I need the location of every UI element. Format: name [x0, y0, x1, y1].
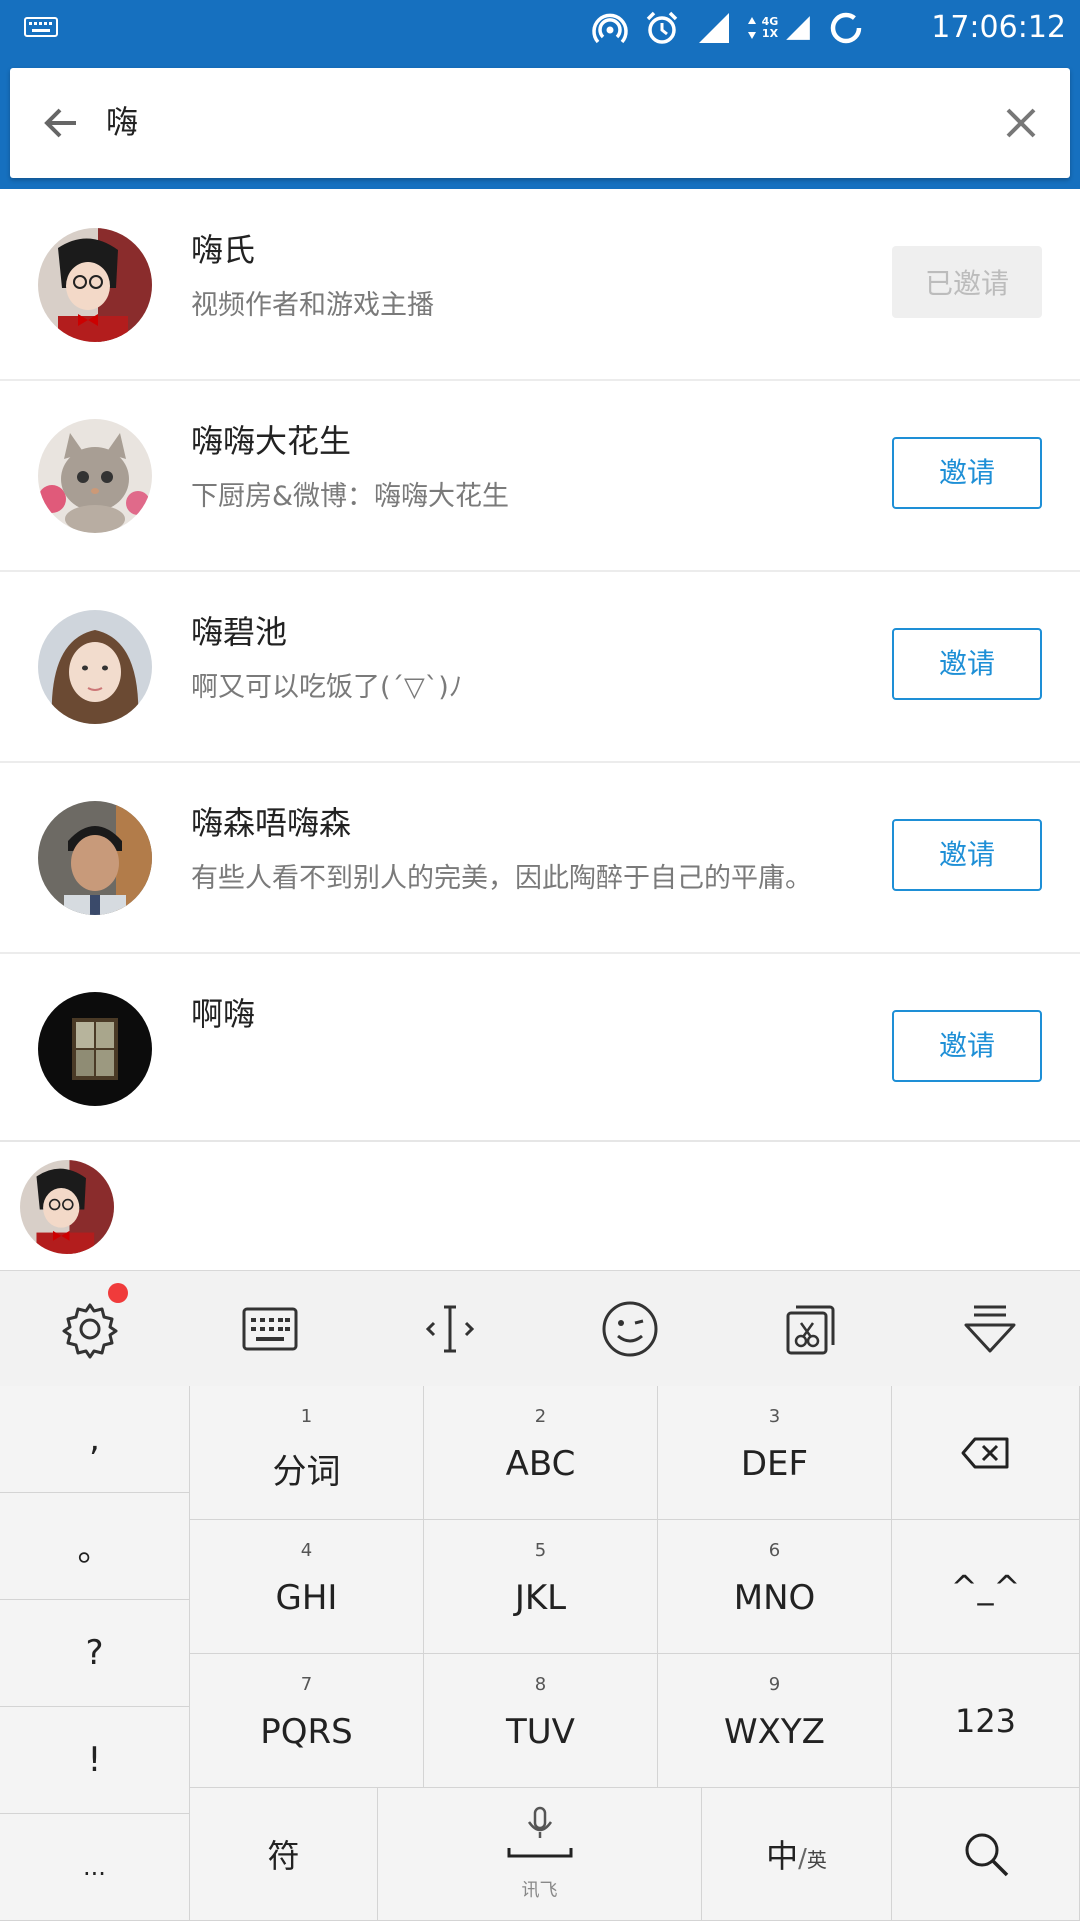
user-name: 嗨氏	[191, 231, 256, 269]
punct-key-exclaim[interactable]: !	[0, 1707, 190, 1814]
emoji-button[interactable]	[540, 1271, 720, 1386]
keyboard-keys: , 。 ? ! ... 1 分词 2 ABC 3 DEF 4 GHI 5 JKL 6 MNO…	[0, 1386, 1080, 1921]
key-1[interactable]: 1 分词	[190, 1386, 424, 1520]
key-2[interactable]: 2 ABC	[424, 1386, 658, 1520]
punct-key-ellipsis[interactable]: ...	[0, 1814, 190, 1921]
user-description: 下厨房&微博：嗨嗨大花生	[191, 481, 510, 512]
collapse-icon	[964, 1305, 1016, 1352]
emoticon-key[interactable]: ^_^	[892, 1520, 1080, 1654]
key-5[interactable]: 5 JKL	[424, 1520, 658, 1654]
avatar[interactable]	[38, 419, 152, 533]
search-header: 嗨	[0, 56, 1080, 189]
search-input[interactable]: 嗨	[106, 96, 138, 148]
punct-key-period[interactable]: 。	[0, 1493, 190, 1600]
back-arrow-icon[interactable]	[36, 98, 86, 148]
space-brand-label: 讯飞	[521, 1880, 558, 1901]
user-name: 嗨森唔嗨森	[191, 804, 352, 842]
symbol-key[interactable]: 符	[190, 1788, 378, 1921]
clipboard-icon	[786, 1305, 835, 1354]
hotspot-icon	[592, 13, 628, 44]
search-key[interactable]	[892, 1788, 1080, 1921]
list-item[interactable]: 嗨嗨大花生 下厨房&微博：嗨嗨大花生 邀请	[0, 381, 1080, 572]
user-description: 视频作者和游戏主播	[191, 290, 434, 321]
backspace-icon	[961, 1437, 1008, 1468]
search-box[interactable]: 嗨	[10, 68, 1070, 178]
lang-primary-label: 中	[766, 1837, 799, 1875]
punct-key-question[interactable]: ?	[0, 1600, 190, 1707]
alarm-icon	[646, 11, 678, 44]
keyboard-layout-button[interactable]	[180, 1271, 360, 1386]
signal-icon	[699, 13, 729, 43]
lang-secondary-label: 英	[806, 1848, 827, 1872]
cursor-move-button[interactable]	[360, 1271, 540, 1386]
key-9[interactable]: 9 WXYZ	[658, 1654, 892, 1788]
invite-button[interactable]: 邀请	[892, 628, 1042, 700]
clipboard-button[interactable]	[720, 1271, 900, 1386]
selected-avatar[interactable]	[20, 1160, 114, 1254]
avatar[interactable]	[38, 801, 152, 915]
clock: 17:06:12	[931, 10, 1066, 45]
list-item[interactable]: 嗨森唔嗨森 有些人看不到别人的完美，因此陶醉于自己的平庸。 邀请	[0, 763, 1080, 954]
network-type-label-secondary: 1X	[761, 27, 779, 40]
list-item[interactable]: 嗨氏 视频作者和游戏主播 已邀请	[0, 190, 1080, 381]
user-description: 有些人看不到别人的完美，因此陶醉于自己的平庸。	[191, 863, 812, 894]
search-icon	[965, 1833, 1008, 1877]
key-7[interactable]: 7 PQRS	[190, 1654, 424, 1788]
status-bar: 4G 1X 17:06:12	[0, 0, 1080, 56]
microphone-icon	[507, 1806, 572, 1858]
avatar[interactable]	[38, 992, 152, 1106]
key-4[interactable]: 4 GHI	[190, 1520, 424, 1654]
space-key[interactable]: 讯飞	[378, 1788, 702, 1921]
text-cursor-icon	[425, 1305, 475, 1352]
invited-button[interactable]: 已邀请	[892, 246, 1042, 318]
keyboard-toolbar	[0, 1271, 1080, 1386]
signal-secondary-icon	[786, 16, 810, 40]
notification-dot	[108, 1283, 128, 1303]
user-description: 啊又可以吃饭了(´▽`)ﾉ	[191, 672, 463, 703]
ime-keyboard: , 。 ? ! ... 1 分词 2 ABC 3 DEF 4 GHI 5 JKL 6 MNO…	[0, 1270, 1080, 1921]
avatar[interactable]	[38, 228, 152, 342]
delete-key[interactable]	[892, 1386, 1080, 1520]
key-8[interactable]: 8 TUV	[424, 1654, 658, 1788]
punct-key-comma[interactable]: ,	[0, 1386, 190, 1493]
hide-keyboard-button[interactable]	[900, 1271, 1080, 1386]
clear-icon[interactable]	[996, 98, 1046, 148]
invite-button[interactable]: 邀请	[892, 437, 1042, 509]
numeric-mode-key[interactable]: 123	[892, 1654, 1080, 1788]
battery-ring-icon	[830, 12, 862, 44]
language-switch-key[interactable]: 中/英	[702, 1788, 892, 1921]
list-item[interactable]: 啊嗨 邀请	[0, 954, 1080, 1145]
user-results-list: 嗨氏 视频作者和游戏主播 已邀请 嗨嗨大花生 下厨房&微博：嗨嗨大花生 邀请 嗨…	[0, 190, 1080, 1145]
key-3[interactable]: 3 DEF	[658, 1386, 892, 1520]
invite-button[interactable]: 邀请	[892, 819, 1042, 891]
gear-icon	[62, 1303, 118, 1358]
list-item[interactable]: 嗨碧池 啊又可以吃饭了(´▽`)ﾉ 邀请	[0, 572, 1080, 763]
data-activity-icon	[748, 17, 756, 39]
user-name: 嗨嗨大花生	[191, 422, 352, 460]
keyboard-settings-button[interactable]	[0, 1271, 180, 1386]
keyboard-indicator-icon	[24, 17, 58, 37]
avatar[interactable]	[38, 610, 152, 724]
selected-users-tray	[0, 1140, 1080, 1272]
key-6[interactable]: 6 MNO	[658, 1520, 892, 1654]
keyboard-icon	[242, 1307, 298, 1350]
smiley-icon	[602, 1301, 658, 1356]
user-name: 啊嗨	[191, 995, 256, 1033]
user-name: 嗨碧池	[191, 613, 288, 651]
invite-button[interactable]: 邀请	[892, 1010, 1042, 1082]
